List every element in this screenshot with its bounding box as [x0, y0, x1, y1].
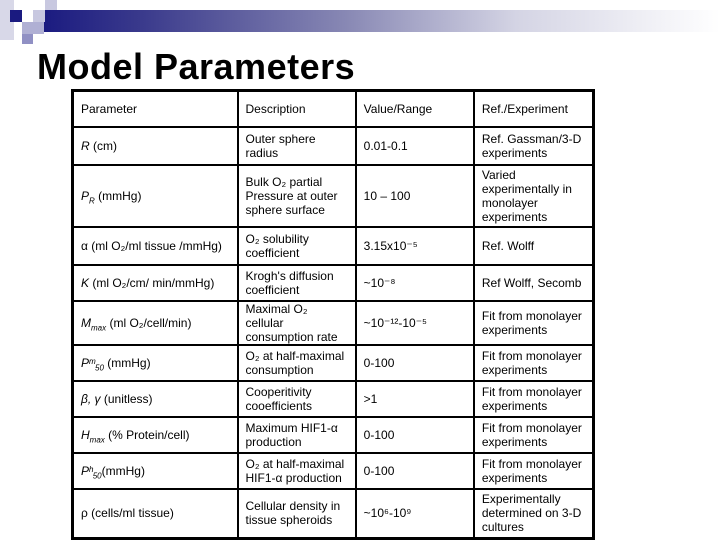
slide-title: Model Parameters — [37, 46, 356, 87]
value-cell: >1 — [354, 379, 475, 418]
description-cell: O₂ solubility coefficient — [236, 225, 357, 266]
description-cell: O₂ at half-maximal HIF1-α production — [236, 451, 357, 490]
ref-cell: Fit from monolayer experiments — [472, 343, 595, 382]
param-cell: ρ (cells/ml tissue) — [71, 487, 239, 540]
param-symbol: Pᵐ — [81, 355, 95, 370]
description-cell: Maximum HIF1-α production — [236, 415, 357, 454]
ref-cell: Fit from monolayer experiments — [472, 299, 595, 346]
table-row: Mmax (ml O₂/cell/min) Maximal O₂ cellula… — [71, 299, 595, 346]
param-symbol: P — [81, 188, 90, 203]
value-cell: ~10⁶-10⁹ — [354, 487, 475, 540]
value-cell: 10 – 100 — [354, 163, 475, 228]
table-row: Pᵐ50 (mmHg) O₂ at half-maximal consumpti… — [71, 343, 595, 382]
param-symbol: α — [81, 238, 88, 253]
param-symbol: β, γ — [81, 391, 101, 406]
table-row: α (ml O₂/ml tissue /mmHg) O₂ solubility … — [71, 225, 595, 266]
ref-cell: Ref Wolff, Secomb — [472, 263, 595, 302]
decor-square-mid-1 — [22, 22, 44, 34]
param-cell: Pʰ50(mmHg) — [71, 451, 239, 490]
param-unit: (mmHg) — [94, 188, 142, 203]
param-symbol: K — [81, 275, 90, 290]
ref-cell: Ref. Wolff — [472, 225, 595, 266]
table-row: β, γ (unitless) Cooperitivity cooefficie… — [71, 379, 595, 418]
decor-square-mid-2 — [22, 34, 33, 44]
value-cell: 0-100 — [354, 451, 475, 490]
param-unit: (ml O₂/ml tissue /mmHg) — [87, 238, 222, 253]
value-cell: 0.01-0.1 — [354, 125, 475, 166]
parameters-table: Parameter Description Value/Range Ref./E… — [71, 89, 595, 540]
description-cell: Outer sphere radius — [236, 125, 357, 166]
param-unit: (unitless) — [100, 391, 153, 406]
ref-cell: Experimentally determined on 3-D culture… — [472, 487, 595, 540]
table-row: ρ (cells/ml tissue) Cellular density in … — [71, 487, 595, 540]
description-cell: Maximal O₂ cellular consumption rate — [236, 299, 357, 346]
ref-cell: Fit from monolayer experiments — [472, 451, 595, 490]
param-symbol: R — [81, 138, 90, 153]
table-row: Pʰ50(mmHg) O₂ at half-maximal HIF1-α pro… — [71, 451, 595, 490]
param-subscript: max — [89, 434, 105, 444]
param-subscript: 50 — [95, 362, 104, 372]
ref-cell: Ref. Gassman/3-D experiments — [472, 125, 595, 166]
param-cell: PR (mmHg) — [71, 163, 239, 228]
value-cell: 3.15x10⁻⁵ — [354, 225, 475, 266]
param-cell: R (cm) — [71, 125, 239, 166]
value-cell: ~10⁻¹²-10⁻⁵ — [354, 299, 475, 346]
ref-cell: Varied experimentally in monolayer exper… — [472, 163, 595, 228]
header-ref-experiment: Ref./Experiment — [472, 89, 595, 128]
header-parameter: Parameter — [71, 89, 239, 128]
param-subscript: 50 — [92, 470, 102, 480]
value-cell: 0-100 — [354, 343, 475, 382]
decor-square-light-3 — [45, 0, 57, 10]
description-cell: Krogh's diffusion coefficient — [236, 263, 357, 302]
param-subscript: max — [91, 322, 107, 332]
param-cell: Mmax (ml O₂/cell/min) — [71, 299, 239, 346]
param-unit: (ml O₂/cm/ min/mmHg) — [89, 275, 215, 290]
param-symbol: M — [81, 315, 91, 330]
param-cell: Pᵐ50 (mmHg) — [71, 343, 239, 382]
header-gradient-banner — [40, 10, 720, 32]
description-cell: O₂ at half-maximal consumption — [236, 343, 357, 382]
value-cell: 0-100 — [354, 415, 475, 454]
param-unit: (cm) — [89, 138, 117, 153]
table-row: K (ml O₂/cm/ min/mmHg) Krogh's diffusion… — [71, 263, 595, 302]
param-cell: K (ml O₂/cm/ min/mmHg) — [71, 263, 239, 302]
param-unit: (ml O₂/cell/min) — [106, 315, 192, 330]
param-cell: β, γ (unitless) — [71, 379, 239, 418]
decor-square-dark — [10, 10, 22, 22]
ref-cell: Fit from monolayer experiments — [472, 379, 595, 418]
header-description: Description — [236, 89, 357, 128]
decor-square-light-2 — [33, 10, 45, 22]
param-unit: (mmHg) — [101, 463, 145, 478]
description-cell: Cooperitivity cooefficients — [236, 379, 357, 418]
table-header-row: Parameter Description Value/Range Ref./E… — [71, 89, 595, 128]
table-row: PR (mmHg) Bulk O₂ partial Pressure at ou… — [71, 163, 595, 228]
param-symbol: H — [81, 427, 90, 442]
param-unit: (% Protein/cell) — [104, 427, 190, 442]
description-cell: Bulk O₂ partial Pressure at outer sphere… — [236, 163, 357, 228]
param-unit: (cells/ml tissue) — [87, 506, 174, 521]
param-unit: (mmHg) — [103, 355, 151, 370]
description-cell: Cellular density in tissue spheroids — [236, 487, 357, 540]
param-symbol: Pʰ — [81, 463, 93, 478]
param-cell: Hmax (% Protein/cell) — [71, 415, 239, 454]
ref-cell: Fit from monolayer experiments — [472, 415, 595, 454]
header-value-range: Value/Range — [354, 89, 475, 128]
table-row: R (cm) Outer sphere radius 0.01-0.1 Ref.… — [71, 125, 595, 166]
table-row: Hmax (% Protein/cell) Maximum HIF1-α pro… — [71, 415, 595, 454]
param-symbol: ρ — [81, 506, 88, 521]
param-cell: α (ml O₂/ml tissue /mmHg) — [71, 225, 239, 266]
value-cell: ~10⁻⁸ — [354, 263, 475, 302]
